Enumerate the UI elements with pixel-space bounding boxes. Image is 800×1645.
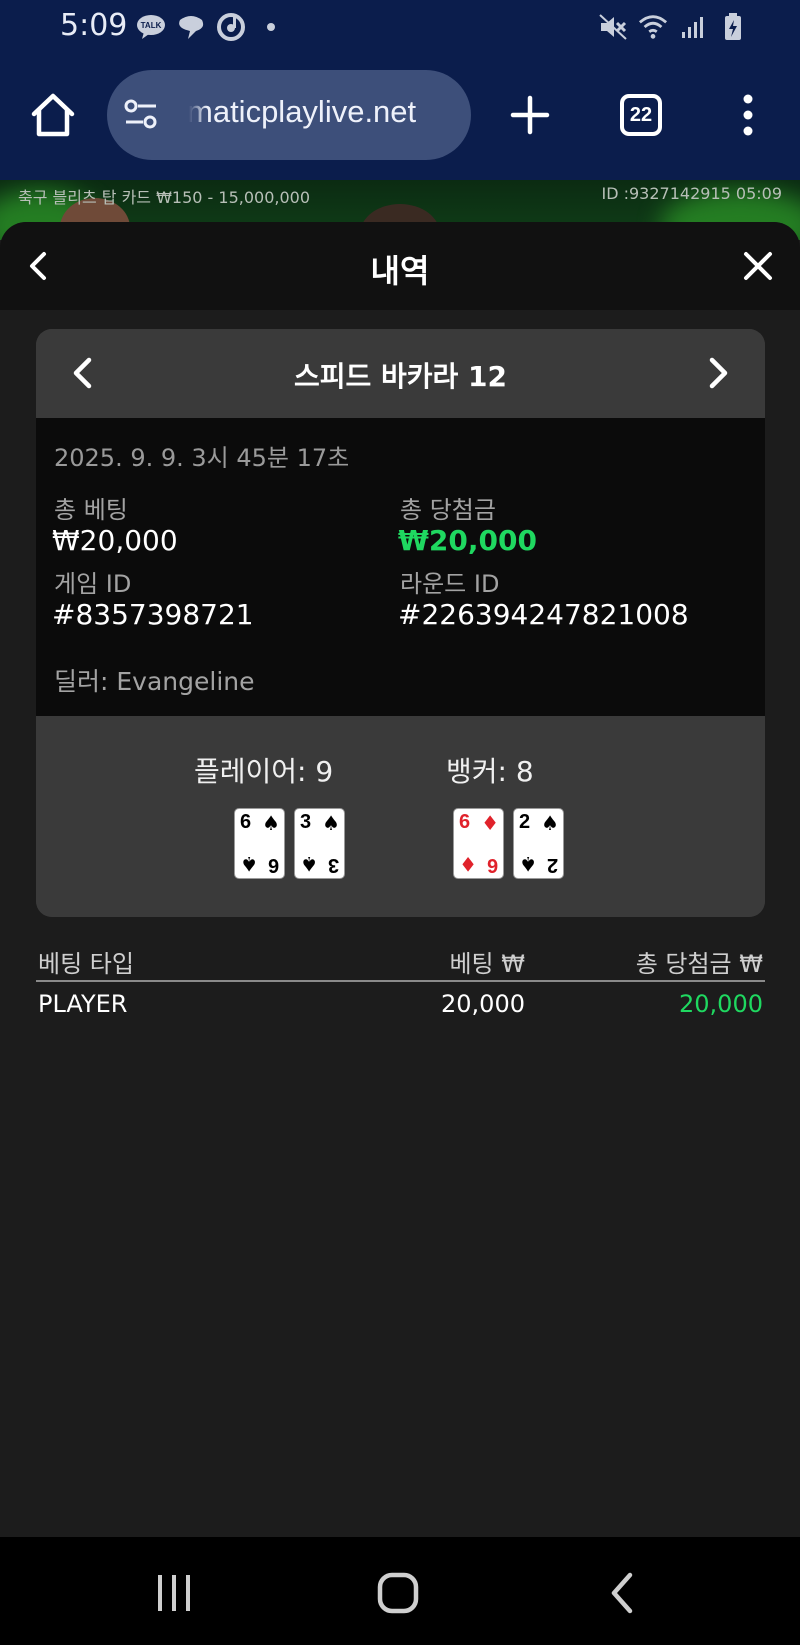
player-card: 6 ♠ ♠ 6 — [234, 808, 285, 879]
total-bet-value: ₩20,000 — [52, 524, 178, 557]
round-date: 2025. 9. 9. 3시 45분 17초 — [54, 444, 350, 472]
game-limits-text: 축구 블리츠 탑 카드 ₩150 - 15,000,000 — [18, 188, 311, 207]
history-sheet: 내역 스피드 바카라 12 2025. 9. 9. 3시 45분 17초 총 베… — [0, 222, 800, 1537]
address-bar[interactable]: maticplaylive.net — [107, 70, 471, 160]
home-icon[interactable] — [28, 90, 78, 140]
spade-icon: ♠ — [240, 852, 258, 876]
battery-charging-icon — [718, 12, 748, 42]
card-rank: 6 — [486, 854, 498, 876]
game-name: 스피드 바카라 12 — [293, 360, 508, 393]
new-tab-icon[interactable] — [505, 90, 555, 140]
svg-text:TALK: TALK — [141, 21, 162, 30]
more-options-icon[interactable] — [728, 90, 768, 140]
card-rank: 2 — [546, 854, 558, 876]
card-rank: 6 — [459, 811, 471, 833]
chat-bubble-icon — [176, 12, 206, 42]
browser-chrome: 5:09 TALK maticplaylive.net 22 — [0, 0, 800, 180]
player-card: 3 ♠ ♠ 3 — [294, 808, 345, 879]
system-navigation-bar — [0, 1537, 800, 1645]
recent-apps-icon[interactable] — [150, 1573, 200, 1613]
banker-card: 2 ♠ ♠ 2 — [513, 808, 564, 879]
dealer-name: 딜러: Evangeline — [54, 667, 255, 696]
card-rank: 3 — [300, 811, 312, 833]
sheet-title: 내역 — [370, 252, 430, 290]
bet-win-cell: 20,000 — [679, 990, 763, 1018]
card-rank: 6 — [240, 811, 252, 833]
game-id-label: 게임 ID — [54, 570, 132, 598]
bets-table: 베팅 타입 베팅 ₩ 총 당첨금 ₩ PLAYER 20,000 20,000 — [36, 942, 765, 1026]
notification-icons: TALK — [136, 12, 286, 42]
card-rank: 2 — [519, 811, 531, 833]
home-nav-icon[interactable] — [376, 1571, 420, 1615]
total-win-label: 총 당첨금 — [400, 496, 496, 524]
card-rank: 6 — [267, 854, 279, 876]
spade-icon: ♠ — [541, 811, 559, 835]
diamond-icon: ♦ — [459, 852, 477, 876]
spade-icon: ♠ — [300, 852, 318, 876]
bet-amount-cell: 20,000 — [441, 990, 525, 1018]
url-text: maticplaylive.net — [187, 94, 417, 129]
game-session-id: ID :9327142915 05:09 — [601, 184, 782, 203]
url-fade — [177, 88, 207, 142]
round-id-label: 라운드 ID — [400, 570, 500, 598]
sheet-header: 내역 — [0, 222, 800, 310]
kakaotalk-icon: TALK — [136, 12, 166, 42]
status-time: 5:09 — [60, 8, 128, 43]
mute-icon — [598, 12, 628, 42]
next-round-icon[interactable] — [697, 353, 737, 393]
round-navigator: 스피드 바카라 12 — [36, 329, 765, 418]
system-status-icons — [598, 12, 748, 42]
table-row: PLAYER 20,000 20,000 — [36, 982, 765, 1026]
player-score: 플레이어: 9 — [194, 755, 334, 788]
card-rank: 3 — [327, 854, 339, 876]
spade-icon: ♠ — [262, 811, 280, 835]
music-app-icon — [216, 12, 246, 42]
banker-card: 6 ♦ ♦ 6 — [453, 808, 504, 879]
round-result: 플레이어: 9 뱅커: 8 6 ♠ ♠ 6 3 ♠ ♠ 3 6 ♦ ♦ 6 2 — [36, 716, 765, 917]
signal-icon — [678, 12, 708, 42]
total-win-value: ₩20,000 — [398, 524, 537, 557]
game-id-value: #8357398721 — [52, 598, 254, 631]
round-id-value: #226394247821008 — [398, 598, 689, 631]
more-notifications-dot-icon — [256, 12, 286, 42]
browser-toolbar: maticplaylive.net 22 — [0, 70, 800, 160]
spade-icon: ♠ — [519, 852, 537, 876]
banker-score: 뱅커: 8 — [446, 755, 534, 788]
total-bet-label: 총 베팅 — [54, 496, 128, 524]
back-nav-icon[interactable] — [606, 1571, 638, 1615]
tab-count-button[interactable]: 22 — [620, 94, 662, 136]
bets-table-header: 베팅 타입 베팅 ₩ 총 당첨금 ₩ — [36, 942, 765, 982]
close-icon[interactable] — [738, 246, 778, 286]
round-detail-card: 스피드 바카라 12 2025. 9. 9. 3시 45분 17초 총 베팅 ₩… — [36, 329, 765, 917]
round-info: 2025. 9. 9. 3시 45분 17초 총 베팅 ₩20,000 총 당첨… — [36, 418, 765, 716]
diamond-icon: ♦ — [481, 811, 499, 835]
spade-icon: ♠ — [322, 811, 340, 835]
bet-win-header: 총 당첨금 ₩ — [635, 950, 763, 978]
bet-type-cell: PLAYER — [38, 990, 128, 1018]
bet-amount-header: 베팅 ₩ — [449, 950, 525, 978]
site-settings-icon[interactable] — [123, 98, 159, 132]
status-bar: 5:09 TALK — [0, 0, 800, 56]
bet-type-header: 베팅 타입 — [38, 950, 134, 978]
wifi-icon — [638, 12, 668, 42]
